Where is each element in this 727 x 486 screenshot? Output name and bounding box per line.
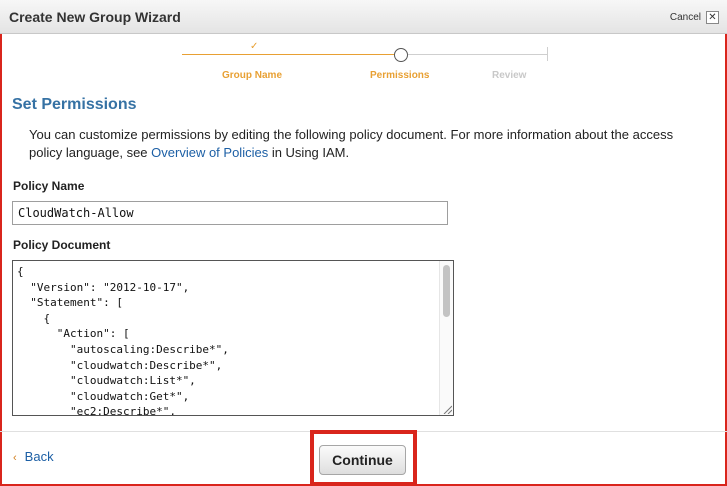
title-bar: Create New Group Wizard Cancel ✕: [0, 0, 727, 34]
close-icon[interactable]: ✕: [706, 11, 719, 24]
overview-of-policies-link[interactable]: Overview of Policies: [151, 145, 268, 160]
policy-document-textarea[interactable]: { "Version": "2012-10-17", "Statement": …: [13, 261, 438, 415]
step-review: Review: [492, 70, 527, 81]
policy-name-input[interactable]: [12, 201, 448, 225]
section-title: Set Permissions: [12, 96, 137, 113]
description-text: You can customize permissions by editing…: [29, 127, 674, 160]
back-label: Back: [24, 449, 54, 464]
current-step-circle-icon: [394, 48, 408, 62]
wizard-title: Create New Group Wizard: [9, 9, 181, 25]
section-description: You can customize permissions by editing…: [29, 126, 699, 162]
policy-document-editor: { "Version": "2012-10-17", "Statement": …: [12, 260, 454, 416]
back-arrow-icon: ‹: [13, 452, 17, 464]
cancel-link[interactable]: Cancel: [670, 12, 701, 23]
step-permissions: Permissions: [370, 70, 430, 81]
description-text-end: in Using IAM.: [268, 145, 350, 160]
back-link[interactable]: ‹ Back: [13, 449, 54, 464]
progress-end-tick: [547, 47, 548, 61]
policy-name-label: Policy Name: [13, 179, 85, 193]
scroll-thumb[interactable]: [443, 265, 450, 317]
progress-line-done: [182, 54, 395, 55]
progress-line-todo: [408, 54, 548, 55]
policy-document-scrollbar[interactable]: [439, 261, 453, 415]
continue-button[interactable]: Continue: [319, 445, 406, 475]
step-group-name: Group Name: [222, 70, 283, 81]
policy-document-label: Policy Document: [13, 238, 111, 252]
checkmark-icon: ✓: [250, 41, 259, 52]
resize-grip-icon[interactable]: [442, 404, 452, 414]
